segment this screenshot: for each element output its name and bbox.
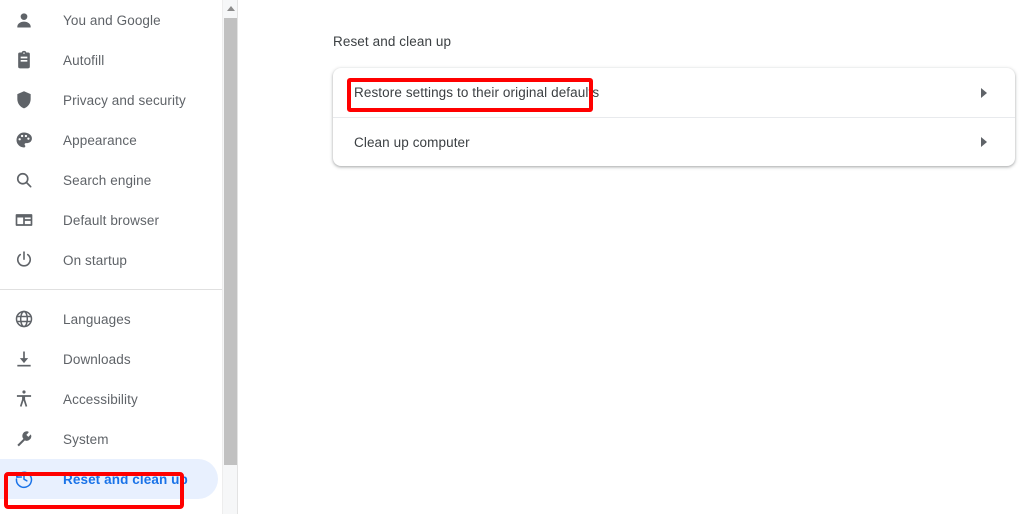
sidebar-item-privacy-and-security[interactable]: Privacy and security: [0, 80, 222, 120]
sidebar-item-label: Languages: [63, 311, 131, 327]
settings-sidebar: You and Google Autofill Privacy and secu…: [0, 0, 222, 514]
shield-icon: [12, 88, 36, 112]
chevron-right-icon: [981, 137, 987, 147]
sidebar-divider: [0, 289, 222, 290]
sidebar-item-search-engine[interactable]: Search engine: [0, 160, 222, 200]
power-icon: [12, 248, 36, 272]
scrollbar-thumb[interactable]: [224, 18, 238, 465]
sidebar-item-label: You and Google: [63, 12, 161, 28]
sidebar-item-label: Downloads: [63, 351, 131, 367]
sidebar-item-appearance[interactable]: Appearance: [0, 120, 222, 160]
wrench-icon: [12, 427, 36, 451]
browser-window-icon: [12, 208, 36, 232]
sidebar-item-you-and-google[interactable]: You and Google: [0, 0, 222, 40]
sidebar-item-autofill[interactable]: Autofill: [0, 40, 222, 80]
palette-icon: [12, 128, 36, 152]
accessibility-icon: [12, 387, 36, 411]
history-restore-icon: [12, 467, 36, 491]
sidebar-item-label: Search engine: [63, 172, 152, 188]
sidebar-item-label: On startup: [63, 252, 128, 268]
row-clean-up-computer[interactable]: Clean up computer: [333, 117, 1015, 166]
sidebar-item-label: Reset and clean up: [63, 471, 188, 487]
sidebar-item-on-startup[interactable]: On startup: [0, 240, 222, 280]
settings-main-content: Reset and clean up Restore settings to t…: [238, 0, 1024, 514]
scroll-up-button[interactable]: [223, 0, 238, 17]
sidebar-item-languages[interactable]: Languages: [0, 299, 222, 339]
sidebar-item-reset-and-clean-up[interactable]: Reset and clean up: [0, 459, 222, 499]
sidebar-group-advanced: Languages Downloads Accessibility System…: [0, 299, 222, 499]
row-restore-settings-to-defaults[interactable]: Restore settings to their original defau…: [333, 68, 1015, 117]
person-icon: [12, 8, 36, 32]
search-icon: [12, 168, 36, 192]
sidebar-item-label: Privacy and security: [63, 92, 186, 108]
clipboard-icon: [12, 48, 36, 72]
globe-icon: [12, 307, 36, 331]
triangle-up-icon: [226, 6, 235, 11]
sidebar-group-primary: You and Google Autofill Privacy and secu…: [0, 0, 222, 280]
page-title: Reset and clean up: [333, 34, 452, 49]
chrome-settings-window: You and Google Autofill Privacy and secu…: [0, 0, 1024, 514]
row-label: Restore settings to their original defau…: [354, 85, 600, 100]
sidebar-item-system[interactable]: System: [0, 419, 222, 459]
sidebar-item-label: Default browser: [63, 212, 160, 228]
settings-card: Restore settings to their original defau…: [333, 68, 1015, 166]
sidebar-item-label: Accessibility: [63, 391, 138, 407]
sidebar-item-label: Appearance: [63, 132, 137, 148]
sidebar-item-accessibility[interactable]: Accessibility: [0, 379, 222, 419]
chevron-right-icon: [981, 87, 987, 98]
sidebar-item-label: System: [63, 431, 109, 447]
download-icon: [12, 347, 36, 371]
sidebar-item-downloads[interactable]: Downloads: [0, 339, 222, 379]
sidebar-scrollbar[interactable]: [222, 0, 238, 514]
sidebar-item-label: Autofill: [63, 52, 105, 68]
sidebar-item-default-browser[interactable]: Default browser: [0, 200, 222, 240]
row-label: Clean up computer: [354, 134, 470, 150]
